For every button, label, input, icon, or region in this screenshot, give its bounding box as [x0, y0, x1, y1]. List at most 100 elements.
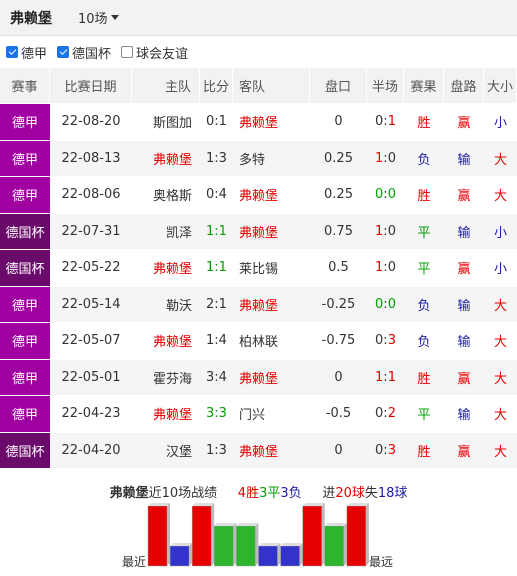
cell-half: 1:1 — [367, 359, 404, 396]
cell-pan: 输 — [444, 396, 484, 433]
filter-bar: 德甲 德国杯 球会友谊 — [0, 36, 517, 68]
cell-result: 负 — [404, 323, 444, 360]
cell-handicap: 0.5 — [310, 250, 367, 287]
cell-away: 弗赖堡 — [233, 177, 310, 214]
cell-home: 霍芬海 — [132, 359, 200, 396]
form-bar — [236, 523, 259, 567]
table-row[interactable]: 德国杯 22-07-31 凯泽 1:1 弗赖堡 0.75 1:0 平输小 — [0, 213, 517, 250]
cell-pan: 输 — [444, 140, 484, 177]
cell-league: 德国杯 — [0, 213, 50, 250]
cell-home: 凯泽 — [132, 213, 200, 250]
cell-result: 胜 — [404, 104, 444, 141]
cell-half: 0:3 — [367, 432, 404, 469]
checkbox-icon[interactable] — [57, 46, 70, 58]
cell-league: 德甲 — [0, 104, 50, 141]
cell-ou: 大 — [484, 359, 517, 396]
cell-ou: 大 — [484, 286, 517, 323]
table-row[interactable]: 德甲 22-05-07 弗赖堡 1:4 柏林联 -0.75 0:3 负输大 — [0, 323, 517, 360]
cell-score: 1:1 — [200, 250, 233, 287]
cell-handicap: 0 — [310, 432, 367, 469]
cell-home: 勒沃 — [132, 286, 200, 323]
table-row[interactable]: 德甲 22-08-13 弗赖堡 1:3 多特 0.25 1:0 负输大 — [0, 140, 517, 177]
cell-league: 德甲 — [0, 396, 50, 433]
table-header: 赛事 比赛日期 主队 比分 客队 盘口 半场 赛果 盘路 大小 — [0, 68, 517, 104]
cell-league: 德国杯 — [0, 432, 50, 469]
form-bar — [191, 503, 215, 567]
cell-date: 22-07-31 — [50, 213, 132, 250]
table-row[interactable]: 德国杯 22-05-22 弗赖堡 1:1 莱比锡 0.5 1:0 平赢小 — [0, 250, 517, 287]
form-bars: 最近 最远 — [0, 500, 517, 570]
summary-team: 弗赖堡 — [109, 486, 149, 501]
cell-result: 胜 — [404, 359, 444, 396]
table-row[interactable]: 德甲 22-04-23 弗赖堡 3:3 门兴 -0.5 0:2 平输大 — [0, 396, 517, 433]
summary-goals-for: 20球 — [335, 486, 365, 501]
table-row[interactable]: 德甲 22-05-01 霍芬海 3:4 弗赖堡 0 1:1 胜赢大 — [0, 359, 517, 396]
cell-score: 3:4 — [200, 359, 233, 396]
cell-handicap: 0.25 — [310, 140, 367, 177]
cell-result: 负 — [404, 140, 444, 177]
cell-date: 22-08-06 — [50, 177, 132, 214]
cell-league: 德甲 — [0, 177, 50, 214]
cell-ou: 小 — [484, 213, 517, 250]
form-bar — [214, 523, 237, 567]
table-row[interactable]: 德甲 22-08-20 斯图加 0:1 弗赖堡 0 0:1 胜赢小 — [0, 104, 517, 141]
cell-away: 弗赖堡 — [233, 432, 310, 469]
table-row[interactable]: 德甲 22-05-14 勒沃 2:1 弗赖堡 -0.25 0:0 负输大 — [0, 286, 517, 323]
checkbox-icon[interactable] — [121, 46, 134, 58]
cell-ou: 大 — [484, 432, 517, 469]
checkbox-icon[interactable] — [6, 46, 18, 58]
summary-losses: 3负 — [280, 486, 302, 501]
cell-result: 平 — [404, 213, 444, 250]
chevron-down-icon — [110, 15, 119, 20]
cell-league: 德甲 — [0, 323, 50, 360]
table-row[interactable]: 德国杯 22-04-20 汉堡 1:3 弗赖堡 0 0:3 胜赢大 — [0, 432, 517, 469]
cell-handicap: -0.5 — [310, 396, 367, 433]
col-handicap: 盘口 — [310, 68, 367, 104]
cell-score: 1:4 — [200, 323, 233, 360]
cell-score: 0:1 — [200, 104, 233, 141]
cell-ou: 小 — [484, 104, 517, 141]
filter-club-friendly[interactable]: 球会友谊 — [121, 43, 188, 62]
cell-pan: 赢 — [444, 359, 484, 396]
cell-handicap: -0.75 — [310, 323, 367, 360]
cell-home: 弗赖堡 — [132, 250, 200, 287]
filter-label: 德国杯 — [72, 46, 112, 62]
cell-away: 莱比锡 — [233, 250, 310, 287]
filter-bundesliga[interactable]: 德甲 — [6, 43, 47, 62]
col-half: 半场 — [367, 68, 404, 104]
form-summary: 弗赖堡近10场战绩 4胜3平3负 进20球失18球 — [0, 482, 517, 501]
cell-score: 0:4 — [200, 177, 233, 214]
summary-text: 近10场战绩 — [148, 486, 218, 501]
cell-half: 1:0 — [367, 213, 404, 250]
cell-half: 0:2 — [367, 396, 404, 433]
summary-goals-mid: 失 — [364, 486, 378, 501]
col-home: 主队 — [132, 68, 200, 104]
summary-wins: 4胜 — [237, 486, 260, 501]
cell-result: 平 — [404, 250, 444, 287]
cell-home: 弗赖堡 — [132, 140, 200, 177]
cell-half: 1:0 — [367, 140, 404, 177]
col-result: 赛果 — [404, 68, 444, 104]
cell-score: 1:1 — [200, 213, 233, 250]
cell-half: 0:3 — [367, 323, 404, 360]
col-date: 比赛日期 — [50, 68, 132, 104]
cell-pan: 输 — [444, 286, 484, 323]
cell-away: 弗赖堡 — [233, 104, 310, 141]
cell-date: 22-08-13 — [50, 140, 132, 177]
match-count-select[interactable]: 10场 — [78, 8, 119, 27]
form-bar — [147, 503, 170, 567]
col-away: 客队 — [233, 68, 310, 104]
cell-ou: 小 — [484, 250, 517, 287]
cell-away: 多特 — [233, 140, 310, 177]
filter-dfb-pokal[interactable]: 德国杯 — [57, 43, 111, 62]
table-row[interactable]: 德甲 22-08-06 奥格斯 0:4 弗赖堡 0.25 0:0 胜赢大 — [0, 177, 517, 214]
form-bar — [169, 543, 193, 567]
form-bars-svg — [147, 503, 369, 567]
form-bar — [324, 523, 347, 567]
cell-date: 22-05-07 — [50, 323, 132, 360]
team-title: 弗赖堡 — [10, 10, 52, 27]
bars-right-label: 最远 — [369, 555, 394, 569]
cell-result: 平 — [404, 396, 444, 433]
cell-handicap: 0.75 — [310, 213, 367, 250]
cell-away: 弗赖堡 — [233, 286, 310, 323]
